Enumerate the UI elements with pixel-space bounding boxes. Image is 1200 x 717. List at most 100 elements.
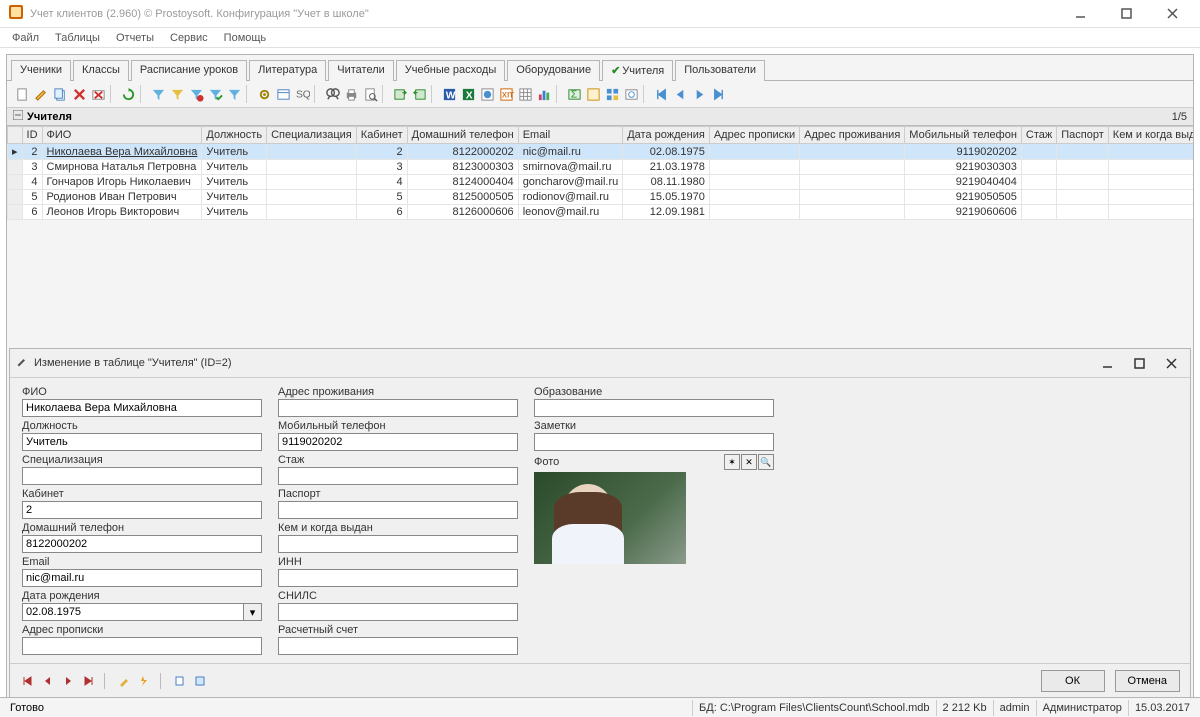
input-snils[interactable] [278, 603, 518, 621]
tab-3[interactable]: Литература [249, 60, 326, 81]
rec-last-icon[interactable] [80, 673, 96, 689]
photo-delete-icon[interactable]: ✕ [741, 454, 757, 470]
wizard-icon[interactable] [116, 673, 132, 689]
rec-prev-icon[interactable] [40, 673, 56, 689]
menu-file[interactable]: Файл [6, 30, 45, 46]
input-edu[interactable] [534, 399, 774, 417]
table-row[interactable]: 3Смирнова Наталья ПетровнаУчитель3812300… [8, 160, 1194, 175]
input-notes[interactable] [534, 433, 774, 451]
input-fio[interactable] [22, 399, 262, 417]
close-button[interactable] [1152, 2, 1192, 26]
print-icon[interactable] [342, 85, 360, 103]
copy-small-icon[interactable] [172, 673, 188, 689]
photo-add-icon[interactable]: ✶ [724, 454, 740, 470]
nav-next-icon[interactable] [690, 85, 708, 103]
col-header[interactable]: Адрес прописки [709, 127, 799, 144]
xml-icon[interactable]: xml [497, 85, 515, 103]
menu-service[interactable]: Сервис [164, 30, 214, 46]
dob-dropdown[interactable]: ▾ [244, 603, 262, 621]
minimize-button[interactable] [1060, 2, 1100, 26]
col-header[interactable]: Стаж [1021, 127, 1056, 144]
col-header[interactable]: Домашний телефон [407, 127, 518, 144]
col-header[interactable]: Кабинет [356, 127, 407, 144]
col-header[interactable]: ID [22, 127, 42, 144]
rec-first-icon[interactable] [20, 673, 36, 689]
tab-1[interactable]: Классы [73, 60, 129, 81]
tab-5[interactable]: Учебные расходы [396, 60, 505, 81]
rec-next-icon[interactable] [60, 673, 76, 689]
tab-0[interactable]: Ученики [11, 60, 71, 81]
tab-7[interactable]: ✔Учителя [602, 60, 673, 81]
col-header[interactable]: Специализация [267, 127, 357, 144]
input-addr1[interactable] [22, 637, 262, 655]
sum-icon[interactable]: Σ [565, 85, 583, 103]
history-icon[interactable] [622, 85, 640, 103]
col-header[interactable]: Паспорт [1057, 127, 1109, 144]
col-header[interactable]: Мобильный телефон [905, 127, 1022, 144]
html-icon[interactable] [478, 85, 496, 103]
filter-check-icon[interactable] [206, 85, 224, 103]
tab-2[interactable]: Расписание уроков [131, 60, 247, 81]
filter-icon[interactable] [149, 85, 167, 103]
filter-yellow-icon[interactable] [168, 85, 186, 103]
nav-prev-icon[interactable] [671, 85, 689, 103]
input-email[interactable] [22, 569, 262, 587]
col-header[interactable]: Кем и когда выдан [1108, 127, 1193, 144]
table-row[interactable]: ▸2Николаева Вера МихайловнаУчитель281220… [8, 144, 1194, 160]
group-icon[interactable] [584, 85, 602, 103]
col-header[interactable]: Должность [202, 127, 267, 144]
cancel-button[interactable]: Отмена [1115, 670, 1180, 692]
nav-first-icon[interactable] [652, 85, 670, 103]
collapse-icon[interactable] [13, 110, 23, 123]
nav-last-icon[interactable] [709, 85, 727, 103]
col-header[interactable]: ФИО [42, 127, 202, 144]
tab-8[interactable]: Пользователи [675, 60, 765, 81]
refresh-icon[interactable] [119, 85, 137, 103]
input-dob[interactable] [22, 603, 244, 621]
tab-4[interactable]: Читатели [328, 60, 394, 81]
paste-small-icon[interactable] [192, 673, 208, 689]
delete-icon[interactable] [70, 85, 88, 103]
photo-preview[interactable] [534, 472, 686, 564]
col-header[interactable]: Email [518, 127, 623, 144]
tab-6[interactable]: Оборудование [507, 60, 600, 81]
delete-all-icon[interactable] [89, 85, 107, 103]
settings-icon[interactable] [255, 85, 273, 103]
form-maximize-button[interactable] [1126, 353, 1152, 373]
maximize-button[interactable] [1106, 2, 1146, 26]
input-pos[interactable] [22, 433, 262, 451]
input-account[interactable] [278, 637, 518, 655]
filter-plus-icon[interactable] [225, 85, 243, 103]
menu-help[interactable]: Помощь [218, 30, 273, 46]
bolt-icon[interactable] [136, 673, 152, 689]
col-header[interactable]: Дата рождения [623, 127, 710, 144]
input-inn[interactable] [278, 569, 518, 587]
tree-icon[interactable] [603, 85, 621, 103]
copy-icon[interactable] [51, 85, 69, 103]
search-icon[interactable] [323, 85, 341, 103]
form-minimize-button[interactable] [1094, 353, 1120, 373]
export-icon[interactable] [391, 85, 409, 103]
data-grid[interactable]: IDФИОДолжностьСпециализацияКабинетДомашн… [7, 126, 1193, 220]
input-mob[interactable] [278, 433, 518, 451]
input-passport[interactable] [278, 501, 518, 519]
chart-icon[interactable] [535, 85, 553, 103]
input-kab[interactable] [22, 501, 262, 519]
table-row[interactable]: 6Леонов Игорь ВикторовичУчитель681260006… [8, 205, 1194, 220]
menu-reports[interactable]: Отчеты [110, 30, 160, 46]
word-icon[interactable]: W [440, 85, 458, 103]
import-icon[interactable] [410, 85, 428, 103]
menu-tables[interactable]: Таблицы [49, 30, 106, 46]
photo-zoom-icon[interactable]: 🔍 [758, 454, 774, 470]
csv-icon[interactable] [516, 85, 534, 103]
filter-remove-icon[interactable] [187, 85, 205, 103]
input-issued[interactable] [278, 535, 518, 553]
input-stage[interactable] [278, 467, 518, 485]
table-row[interactable]: 4Гончаров Игорь НиколаевичУчитель4812400… [8, 175, 1194, 190]
input-tel[interactable] [22, 535, 262, 553]
view-icon[interactable] [274, 85, 292, 103]
ok-button[interactable]: ОК [1041, 670, 1105, 692]
excel-icon[interactable]: X [459, 85, 477, 103]
sql-icon[interactable]: SQL [293, 85, 311, 103]
input-spec[interactable] [22, 467, 262, 485]
